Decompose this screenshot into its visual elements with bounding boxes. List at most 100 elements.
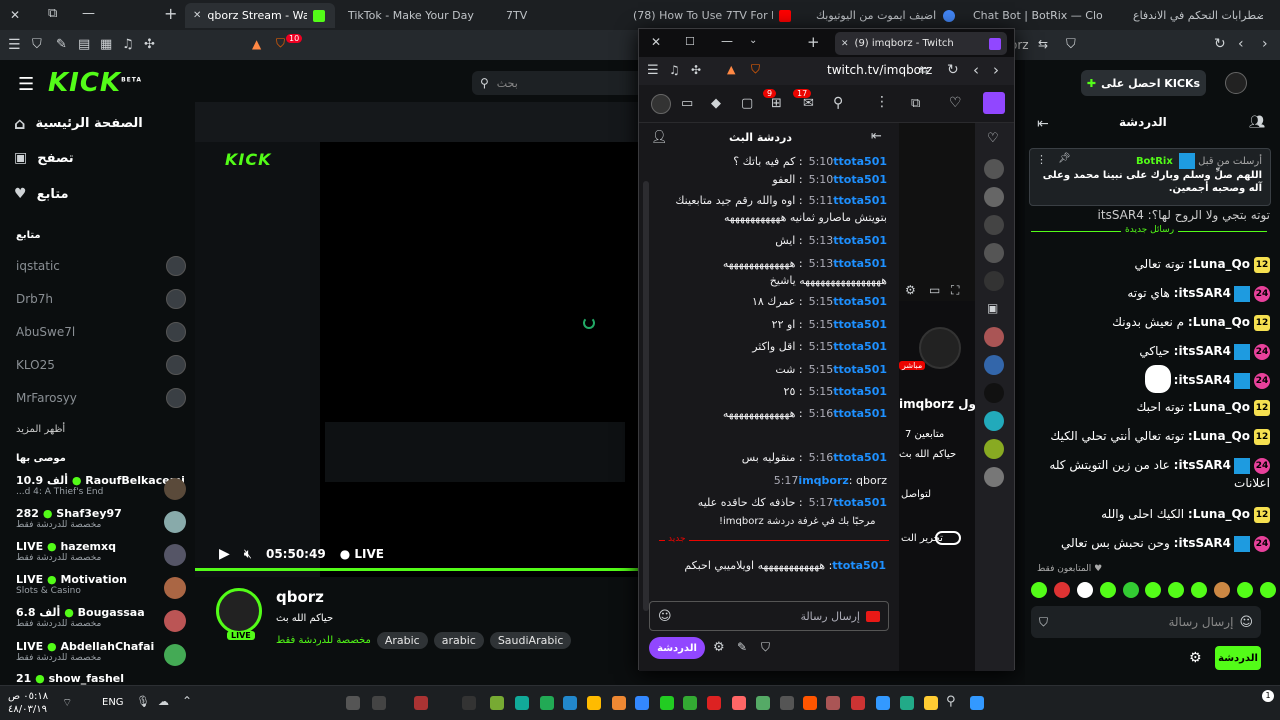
chevron-down-icon[interactable]: ⌄ [749,35,757,46]
tune-icon[interactable]: ⇆ [919,63,929,77]
emote-icon[interactable] [1122,582,1139,598]
language-indicator[interactable]: ENG [102,697,124,708]
tab-google-emote[interactable]: كيف اضيف ايموت من اليوتيوبك [808,3,963,28]
store-icon[interactable] [876,696,890,710]
search-input[interactable]: بحث [497,77,518,90]
tab-botrix[interactable]: Chat Bot | BotRix — Cloud Stre [965,3,1120,28]
emote-icon[interactable] [1031,582,1047,598]
more-icon[interactable]: ⋮ [875,94,889,110]
emote-icon[interactable] [1076,582,1093,598]
chat-scrollbar[interactable] [643,181,649,611]
telegram-icon[interactable] [563,696,577,710]
shield-icon[interactable]: ⛉ [761,640,770,655]
tag-pill[interactable]: SaudiArabic [489,632,572,649]
channel-avatar[interactable] [984,439,1004,459]
emoji-icon[interactable]: ☺ [658,609,672,624]
stream-category[interactable]: مخصصة للدردشة فقط [276,635,371,646]
back-icon[interactable]: ‹ [1238,36,1244,52]
username[interactable]: ttota501 [833,318,887,331]
social-link[interactable]: لتواصل [901,489,931,500]
sidebar-icon[interactable]: ▤ [78,37,90,52]
tab-youtube-7tv[interactable]: (78) How To Use 7TV For Extra [625,3,805,28]
video-player[interactable]: KICK [195,102,640,577]
tab-tiktok[interactable]: TikTok - Make Your Day [340,3,475,28]
emote-icon[interactable] [1214,582,1231,598]
tag-pill[interactable]: Arabic [376,632,428,649]
following-channel[interactable]: KLO25 [16,352,186,378]
users-icon[interactable]: 👥︎ [1249,115,1266,130]
following-channel[interactable]: iqstatic [16,253,186,279]
username[interactable]: ttota501 [833,155,887,168]
channel-avatar[interactable] [984,243,1004,263]
nav-following[interactable]: ♥ متابع [14,186,69,202]
app-icon[interactable] [587,696,601,710]
emote-icon[interactable] [1145,582,1162,598]
bookmark-icon[interactable]: ⛉ [1066,37,1076,52]
music-icon[interactable]: ♫ [122,37,134,52]
username[interactable]: imqborz [798,474,848,487]
brave-shield-icon[interactable]: ⛉ [751,62,760,77]
username[interactable]: Luna_Qo [1193,257,1250,271]
streamer-name[interactable]: qborz [276,588,324,606]
inbox-icon[interactable]: ✉ [803,96,814,111]
minimize-icon[interactable]: — [82,6,95,21]
username[interactable]: ttota501 [833,385,887,398]
following-channel[interactable]: Drb7h [16,286,186,312]
settings-icon[interactable]: ⚙ [905,283,916,297]
channel-avatar[interactable] [984,327,1004,347]
reload-icon[interactable]: ↻ [1214,36,1226,52]
search-icon[interactable]: ⚲ [946,694,956,709]
heart-icon[interactable]: ♡ [949,95,962,111]
back-icon[interactable]: ‹ [973,61,979,79]
pen-icon[interactable]: ✎ [737,640,747,654]
username[interactable]: itsSAR4 [1178,344,1231,358]
username[interactable]: itsSAR4 [1178,458,1231,472]
edge-icon[interactable] [900,696,914,710]
app-icon[interactable] [414,696,428,710]
forward-icon[interactable]: › [993,61,999,79]
channel-avatar[interactable] [984,467,1004,487]
popup-active-tab[interactable]: ✕ (9) imqborz - Twitch [835,32,1007,55]
xbox-icon[interactable] [683,696,697,710]
maximize-icon[interactable]: ☐ [685,35,695,48]
emote-icon[interactable] [1053,582,1070,598]
app-icon[interactable] [462,696,476,710]
app-icon[interactable] [756,696,770,710]
username[interactable]: ttota501 [832,559,886,572]
settings-icon[interactable]: ⚙ [713,640,725,655]
new-tab-icon[interactable]: + [164,4,177,23]
app-icon[interactable] [346,696,360,710]
close-icon[interactable]: ✕ [10,8,20,22]
username[interactable]: ttota501 [833,194,887,207]
username[interactable]: Luna_Qo [1193,507,1250,521]
shield-icon[interactable]: ⛉ [1039,615,1048,630]
user-avatar[interactable] [651,94,671,114]
recommended-channel[interactable]: 21 ● show_fashel [16,672,186,685]
app-icon[interactable] [372,696,386,710]
browse-icon[interactable]: ⧉ [911,96,920,111]
app-icon[interactable] [732,696,746,710]
reader-icon[interactable]: ▦ [100,37,112,52]
channel-avatar[interactable] [984,383,1004,403]
heart-icon[interactable]: ♡ [987,131,999,146]
chat-input[interactable]: ☺ إرسال رسالة [649,601,889,631]
cloud-icon[interactable]: ☁ [158,695,169,708]
mute-icon[interactable]: 🔇︎ [244,547,252,562]
emote-icon[interactable] [1259,582,1276,598]
rewards-icon[interactable]: ▲ [252,37,261,51]
app-icon[interactable] [515,696,529,710]
chat-send-button[interactable]: الدردشة [1215,646,1261,670]
rewards-icon[interactable]: ▲ [727,63,735,76]
hamburger-menu-icon[interactable]: ☰ [18,74,34,95]
twitch-logo-icon[interactable] [983,92,1005,114]
tab-article[interactable]: اضطرابات التحكم في الاندفاع [1125,3,1280,28]
streamer-avatar[interactable] [919,327,961,369]
tag-pill[interactable]: arabic [433,632,484,649]
username[interactable]: itsSAR4 [1178,286,1231,300]
emote-icon[interactable] [1168,582,1185,598]
emote-icon[interactable] [1099,582,1116,598]
app-icon[interactable] [707,696,721,710]
stream-video-thumb[interactable] [899,123,975,301]
username[interactable]: Luna_Qo [1193,315,1250,329]
windows-start-icon[interactable] [970,696,984,710]
